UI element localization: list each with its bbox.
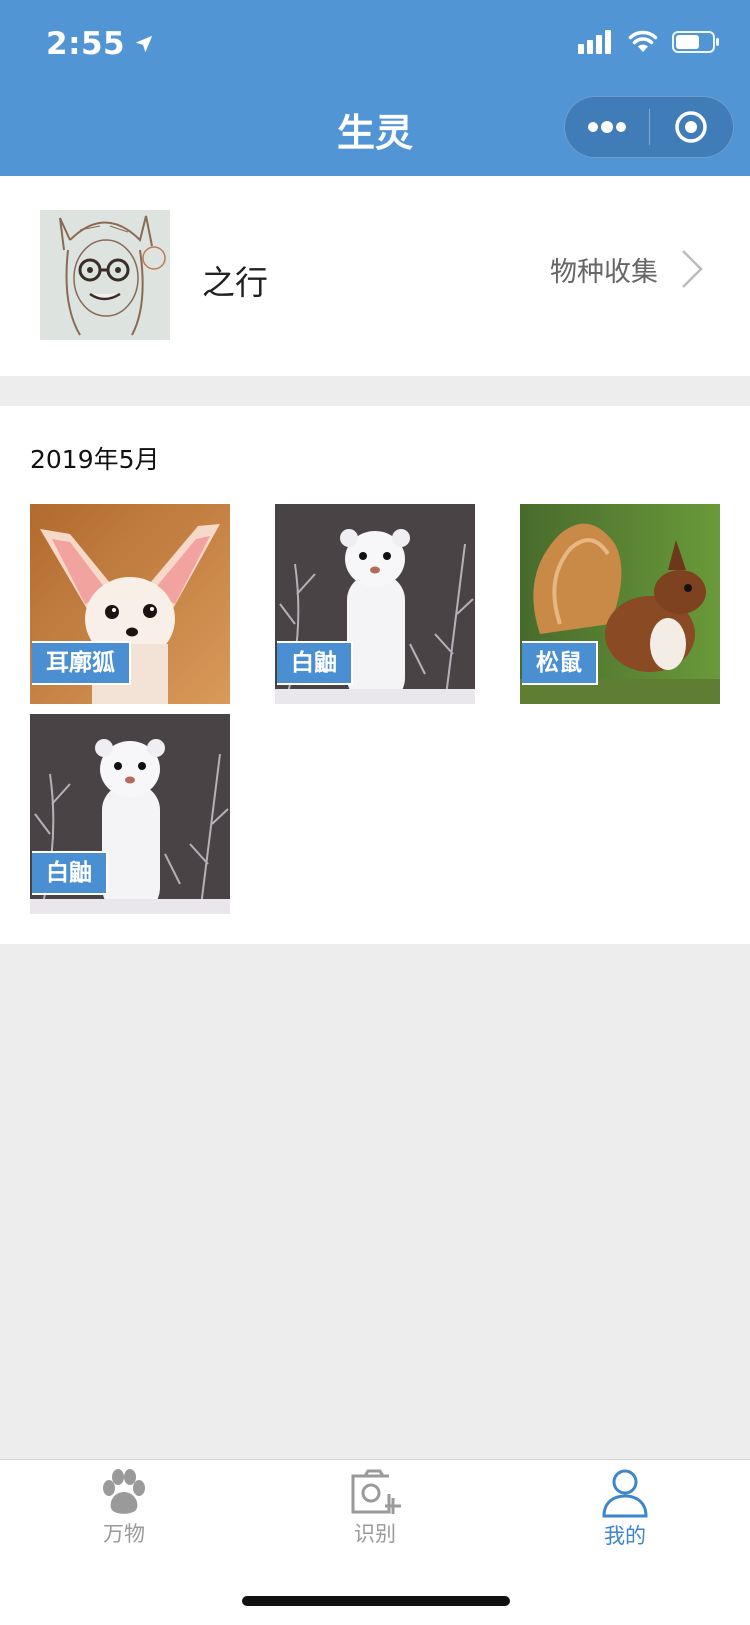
species-label: 耳廓狐	[32, 641, 131, 685]
more-dots-icon	[587, 121, 626, 133]
navigation-bar: 生灵	[0, 90, 750, 176]
profile-card[interactable]: 之行 物种收集	[0, 176, 750, 376]
close-mini-program-button[interactable]	[650, 97, 734, 157]
avatar[interactable]	[40, 210, 170, 340]
cellular-signal-icon	[578, 30, 611, 54]
month-heading: 2019年5月	[30, 445, 160, 474]
status-bar: 2:55	[0, 0, 750, 90]
mini-program-capsule	[564, 96, 734, 158]
location-arrow-icon	[135, 35, 153, 53]
chevron-right-icon	[682, 250, 703, 288]
species-collection-label: 物种收集	[550, 256, 658, 288]
home-indicator	[242, 1596, 510, 1606]
status-indicators	[578, 30, 720, 54]
species-tile[interactable]: 白鼬	[30, 714, 230, 914]
species-label: 白鼬	[32, 851, 108, 895]
species-tile[interactable]: 耳廓狐	[30, 504, 230, 704]
tab-label: 我的	[604, 1524, 646, 1548]
paw-icon	[103, 1469, 145, 1514]
status-time-text: 2:55	[46, 26, 126, 62]
tab-identify[interactable]: 识别	[305, 1468, 445, 1548]
species-tile[interactable]: 白鼬	[275, 504, 475, 704]
species-label: 松鼠	[522, 641, 598, 685]
user-name: 之行	[202, 263, 268, 302]
tab-label: 识别	[354, 1522, 396, 1546]
battery-icon	[672, 31, 719, 53]
species-tile[interactable]: 松鼠	[520, 504, 720, 704]
target-circle-icon	[675, 111, 707, 143]
species-collection-link[interactable]: 物种收集	[550, 248, 704, 290]
more-button[interactable]	[565, 97, 649, 157]
user-icon	[602, 1469, 648, 1518]
tab-everything[interactable]: 万物	[54, 1468, 194, 1548]
wifi-icon	[628, 30, 658, 52]
camera-add-icon	[351, 1469, 401, 1514]
sketch-avatar-image	[40, 210, 170, 340]
collection-gallery: 2019年5月 耳廓狐 白鼬 松鼠 白鼬	[0, 406, 750, 944]
tab-label: 万物	[103, 1522, 145, 1546]
tab-mine[interactable]: 我的	[555, 1468, 695, 1550]
species-label: 白鼬	[277, 641, 353, 685]
status-time: 2:55	[46, 26, 155, 62]
